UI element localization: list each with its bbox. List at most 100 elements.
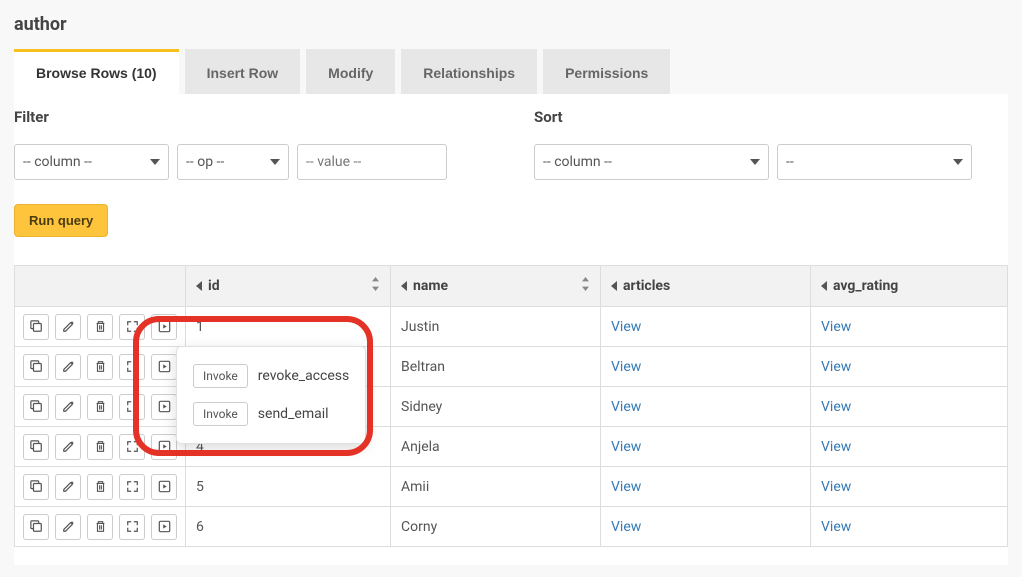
actions-cell bbox=[15, 347, 186, 387]
cell-articles: View bbox=[601, 307, 811, 347]
tab-relationships[interactable]: Relationships bbox=[401, 49, 537, 94]
invoke-trigger-button[interactable] bbox=[151, 394, 177, 420]
column-header-name[interactable]: name bbox=[391, 266, 601, 307]
view-articles-link[interactable]: View bbox=[611, 359, 641, 375]
run-query-button[interactable]: Run query bbox=[14, 204, 108, 237]
invoke-trigger-button[interactable] bbox=[151, 474, 177, 500]
cell-articles: View bbox=[601, 347, 811, 387]
invoke-trigger-button[interactable] bbox=[151, 314, 177, 340]
table-row: 5Amii View View bbox=[15, 467, 1008, 507]
expand-row-button[interactable] bbox=[119, 314, 145, 340]
column-label: id bbox=[208, 278, 220, 294]
view-articles-link[interactable]: View bbox=[611, 319, 641, 335]
invoke-trigger-popover: Invoke revoke_access Invoke send_email bbox=[176, 346, 366, 444]
delete-row-button[interactable] bbox=[87, 314, 113, 340]
cell-articles: View bbox=[601, 467, 811, 507]
delete-row-button[interactable] bbox=[87, 434, 113, 460]
expand-row-button[interactable] bbox=[119, 474, 145, 500]
column-label: name bbox=[413, 278, 448, 294]
cell-name: Amii bbox=[391, 467, 601, 507]
column-label: articles bbox=[623, 278, 670, 294]
clone-row-button[interactable] bbox=[23, 314, 49, 340]
view-avg-rating-link[interactable]: View bbox=[821, 319, 851, 335]
view-avg-rating-link[interactable]: View bbox=[821, 359, 851, 375]
invoke-trigger-button[interactable] bbox=[151, 354, 177, 380]
page-title: author bbox=[14, 14, 1008, 35]
column-header-articles[interactable]: articles bbox=[601, 266, 811, 307]
view-avg-rating-link[interactable]: View bbox=[821, 399, 851, 415]
view-avg-rating-link[interactable]: View bbox=[821, 479, 851, 495]
cell-avg-rating: View bbox=[811, 427, 1008, 467]
caret-left-icon bbox=[611, 281, 617, 291]
edit-row-button[interactable] bbox=[55, 314, 81, 340]
edit-row-button[interactable] bbox=[55, 354, 81, 380]
filter-op-select[interactable]: -- op -- bbox=[177, 144, 289, 180]
sort-icon[interactable] bbox=[581, 277, 590, 295]
clone-row-button[interactable] bbox=[23, 474, 49, 500]
tab-insert-row[interactable]: Insert Row bbox=[185, 49, 301, 94]
tab-permissions[interactable]: Permissions bbox=[543, 49, 670, 94]
edit-row-button[interactable] bbox=[55, 434, 81, 460]
view-articles-link[interactable]: View bbox=[611, 399, 641, 415]
invoke-button[interactable]: Invoke bbox=[193, 364, 248, 388]
edit-row-button[interactable] bbox=[55, 394, 81, 420]
clone-row-button[interactable] bbox=[23, 514, 49, 540]
cell-articles: View bbox=[601, 427, 811, 467]
trigger-name: revoke_access bbox=[258, 368, 349, 384]
actions-header bbox=[15, 266, 186, 307]
expand-row-button[interactable] bbox=[119, 394, 145, 420]
delete-row-button[interactable] bbox=[87, 394, 113, 420]
sort-icon[interactable] bbox=[371, 277, 380, 295]
actions-cell bbox=[15, 507, 186, 547]
cell-avg-rating: View bbox=[811, 387, 1008, 427]
expand-row-button[interactable] bbox=[119, 354, 145, 380]
cell-name: Justin bbox=[391, 307, 601, 347]
cell-name: Anjela bbox=[391, 427, 601, 467]
tab-browse-rows[interactable]: Browse Rows (10) bbox=[14, 49, 179, 94]
cell-avg-rating: View bbox=[811, 507, 1008, 547]
view-avg-rating-link[interactable]: View bbox=[821, 439, 851, 455]
tabs: Browse Rows (10) Insert Row Modify Relat… bbox=[14, 49, 1008, 94]
cell-id: 5 bbox=[186, 467, 391, 507]
invoke-button[interactable]: Invoke bbox=[193, 402, 248, 426]
delete-row-button[interactable] bbox=[87, 474, 113, 500]
table-row: 4AnjelaViewView bbox=[15, 427, 1008, 467]
view-avg-rating-link[interactable]: View bbox=[821, 519, 851, 535]
column-label: avg_rating bbox=[833, 278, 898, 294]
expand-row-button[interactable] bbox=[119, 514, 145, 540]
cell-name: Sidney bbox=[391, 387, 601, 427]
actions-cell bbox=[15, 387, 186, 427]
cell-id: 6 bbox=[186, 507, 391, 547]
cell-articles: View bbox=[601, 507, 811, 547]
sort-order-select[interactable]: -- bbox=[777, 144, 972, 180]
sort-label: Sort bbox=[534, 108, 1008, 126]
delete-row-button[interactable] bbox=[87, 514, 113, 540]
caret-left-icon bbox=[401, 281, 407, 291]
view-articles-link[interactable]: View bbox=[611, 439, 641, 455]
view-articles-link[interactable]: View bbox=[611, 519, 641, 535]
filter-column-select[interactable]: -- column -- bbox=[14, 144, 169, 180]
sort-column-select[interactable]: -- column -- bbox=[534, 144, 769, 180]
clone-row-button[interactable] bbox=[23, 394, 49, 420]
trigger-name: send_email bbox=[258, 406, 329, 422]
cell-avg-rating: View bbox=[811, 347, 1008, 387]
actions-cell bbox=[15, 307, 186, 347]
edit-row-button[interactable] bbox=[55, 514, 81, 540]
filter-label: Filter bbox=[14, 108, 534, 126]
tab-modify[interactable]: Modify bbox=[306, 49, 395, 94]
clone-row-button[interactable] bbox=[23, 434, 49, 460]
column-header-id[interactable]: id bbox=[186, 266, 391, 307]
clone-row-button[interactable] bbox=[23, 354, 49, 380]
data-table: id name bbox=[14, 265, 1008, 547]
view-articles-link[interactable]: View bbox=[611, 479, 641, 495]
edit-row-button[interactable] bbox=[55, 474, 81, 500]
invoke-trigger-button[interactable] bbox=[151, 434, 177, 460]
expand-row-button[interactable] bbox=[119, 434, 145, 460]
filter-value-input[interactable] bbox=[297, 144, 447, 180]
cell-avg-rating: View bbox=[811, 467, 1008, 507]
caret-left-icon bbox=[196, 281, 202, 291]
delete-row-button[interactable] bbox=[87, 354, 113, 380]
column-header-avg-rating[interactable]: avg_rating bbox=[811, 266, 1008, 307]
cell-avg-rating: View bbox=[811, 307, 1008, 347]
invoke-trigger-button[interactable] bbox=[151, 514, 177, 540]
